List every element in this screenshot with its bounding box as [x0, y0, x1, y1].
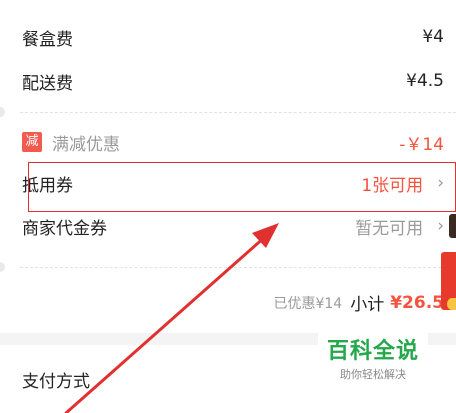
annotation-highlight-box [28, 162, 456, 212]
dashed-divider [20, 112, 456, 113]
red-packet-clip [449, 214, 456, 238]
box-fee-value: ¥4 [422, 27, 444, 47]
delivery-fee-row: 配送费 ¥4.5 [22, 66, 444, 96]
box-fee-row: 餐盒费 ¥4 [22, 22, 444, 52]
watermark-logo: 百科全说 助你轻松解决 [318, 333, 428, 389]
payment-method-label: 支付方式 [22, 372, 90, 392]
discount-value: -￥14 [399, 134, 444, 155]
divider-notch-left [0, 107, 5, 117]
watermark-title: 百科全说 [326, 339, 419, 364]
subtotal-row: 已优惠¥14 小计 ¥26.5 [273, 290, 444, 316]
merchant-coupon-status: 暂无可用 [355, 218, 424, 239]
coin-icon [447, 298, 456, 310]
delivery-fee-label: 配送费 [22, 73, 73, 94]
discount-row: 减 满减优惠 -￥14 [22, 127, 444, 157]
discount-badge: 减 [22, 132, 42, 152]
discount-label: 满减优惠 [52, 134, 120, 155]
subtotal-amount: ¥26.5 [390, 292, 444, 313]
delivery-fee-value: ¥4.5 [406, 71, 444, 91]
merchant-coupon-row[interactable]: 商家代金券 暂无可用 › [22, 211, 444, 241]
merchant-coupon-label: 商家代金券 [22, 218, 107, 239]
saved-amount: 已优惠¥14 [273, 295, 343, 312]
dashed-divider [20, 267, 456, 268]
chevron-right-icon: › [437, 216, 444, 236]
subtotal-label: 小计 [350, 295, 385, 315]
box-fee-label: 餐盒费 [22, 29, 73, 50]
divider-notch-left [0, 262, 5, 272]
watermark-subtitle: 助你轻松解决 [340, 368, 406, 381]
